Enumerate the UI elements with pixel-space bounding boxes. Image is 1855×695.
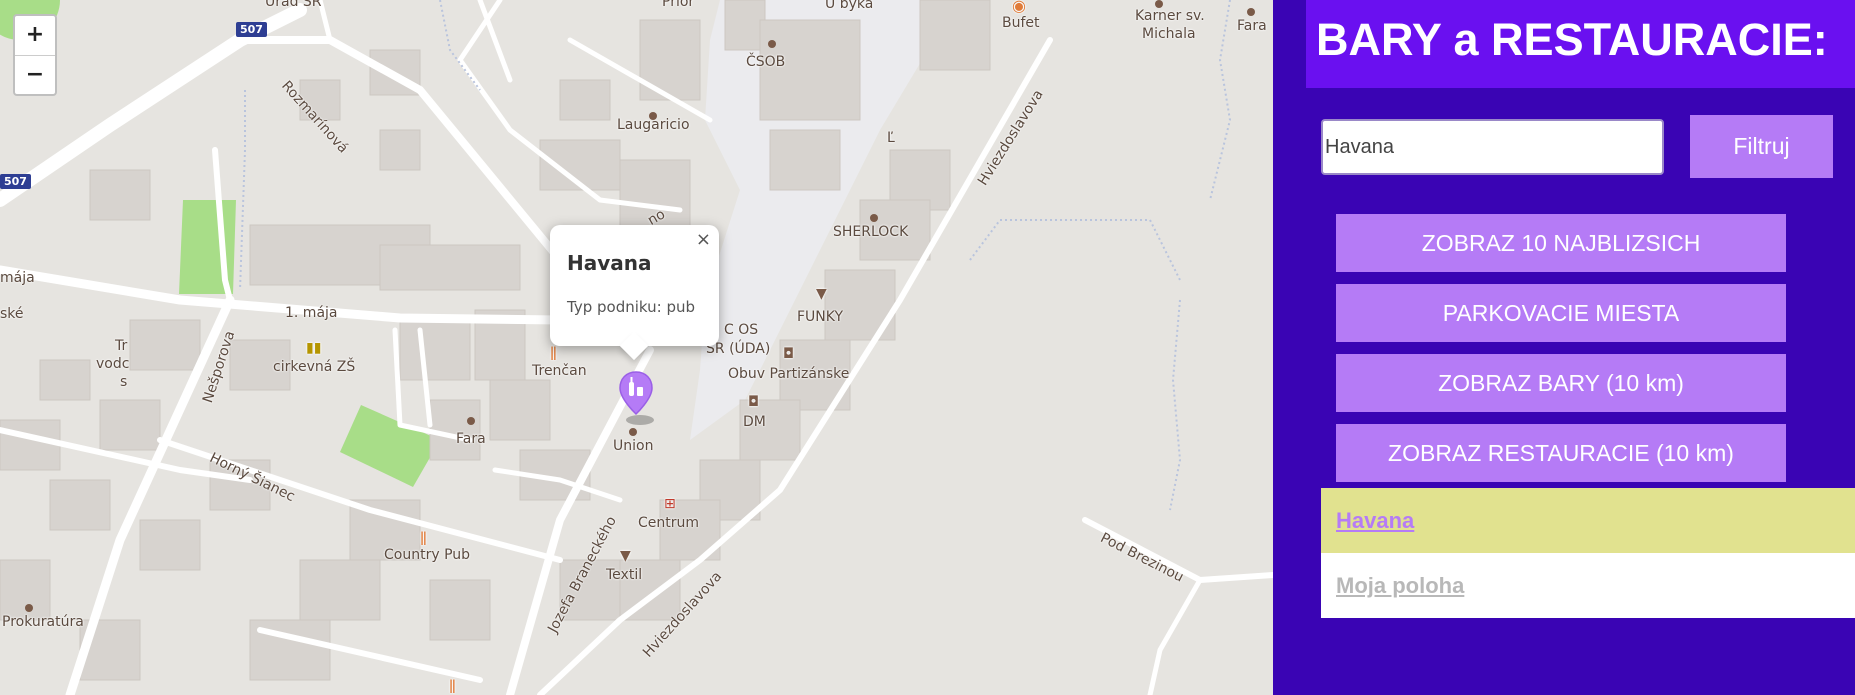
zoom-in-button[interactable]: + [15, 16, 55, 56]
show-restaurants-button[interactable]: ZOBRAZ RESTAURACIE (10 km) [1336, 424, 1786, 482]
place-label: Fara [456, 431, 486, 447]
poi-dot [1247, 8, 1255, 16]
place-label: Prior [662, 0, 695, 10]
search-input[interactable] [1321, 119, 1664, 175]
result-item-my-location[interactable]: Moja poloha [1321, 553, 1855, 618]
place-label: Michala [1142, 26, 1196, 42]
shop-bag-icon: ◘ [783, 346, 795, 362]
place-label: s [120, 374, 128, 390]
zoom-control: + − [13, 14, 57, 96]
bar-bottle-icon[interactable] [618, 370, 654, 426]
place-label: vodc [96, 356, 130, 372]
road-shield: 507 [236, 22, 267, 37]
poi-dot [25, 604, 33, 612]
road-shield: 507 [0, 174, 31, 189]
place-label: C OS [724, 322, 759, 338]
poi-dot [768, 40, 776, 48]
place-label: Union [613, 438, 654, 454]
clothes-shop-icon: ▼ [816, 286, 827, 302]
filter-button[interactable]: Filtruj [1690, 115, 1833, 178]
map-popup: × Havana Typ podniku: pub [550, 225, 719, 361]
shop-bag-icon: ◘ [748, 394, 760, 410]
result-item-havana[interactable]: Havana [1321, 488, 1855, 553]
poi-dot [629, 428, 637, 436]
show-nearest-button[interactable]: ZOBRAZ 10 NAJBLIZSICH [1336, 214, 1786, 272]
restaurant-icon: ǁ [420, 530, 427, 546]
popup-type: Typ podniku: pub [567, 298, 695, 316]
place-label: Trenčan [532, 363, 587, 379]
food-icon: ◉ [1012, 0, 1026, 15]
poi-dot [649, 112, 657, 120]
place-label: U býka [825, 0, 874, 12]
place-label: Prokuratúra [2, 614, 84, 630]
show-bars-button[interactable]: ZOBRAZ BARY (10 km) [1336, 354, 1786, 412]
close-icon[interactable]: × [696, 229, 711, 250]
gift-icon: ⊞ [664, 496, 676, 512]
place-label: ské [0, 306, 24, 322]
place-label: SHERLOCK [833, 224, 909, 240]
place-label: Úrad SR [265, 0, 322, 10]
place-label: cirkevná ZŠ [273, 359, 356, 375]
school-icon: ▮▮ [306, 340, 322, 356]
panel-title: BARY a RESTAURACIE: [1316, 14, 1828, 65]
restaurant-icon: ǁ [550, 345, 557, 361]
place-label: FUNKY [797, 309, 844, 325]
poi-dot [467, 417, 475, 425]
street-label: 1. mája [285, 305, 338, 321]
map[interactable]: + − 507 507 Rozmarínová 1. mája mája Neš… [0, 0, 1273, 695]
place-label: DM [743, 414, 766, 430]
place-label: Bufet [1002, 15, 1040, 31]
place-label: ČSOB [746, 54, 786, 70]
zoom-out-button[interactable]: − [15, 56, 55, 95]
clothes-shop-icon: ▼ [620, 548, 631, 564]
place-label: Centrum [638, 515, 700, 531]
poi-dot [1155, 0, 1163, 8]
parking-button[interactable]: PARKOVACIE MIESTA [1336, 284, 1786, 342]
place-label: Tr [115, 338, 128, 354]
place-label: Karner sv. [1135, 8, 1205, 24]
place-label: Country Pub [384, 547, 471, 563]
place-label: Obuv Partizánske [728, 366, 850, 382]
panel-header: BARY a RESTAURACIE: [1306, 0, 1855, 88]
restaurant-icon: ǁ [449, 678, 456, 694]
place-label: Textil [606, 567, 643, 583]
sidebar-panel: BARY a RESTAURACIE: Filtruj ZOBRAZ 10 NA… [1273, 0, 1855, 695]
street-label: mája [0, 270, 35, 286]
poi-dot [870, 214, 878, 222]
place-label: Fara [1237, 18, 1267, 34]
popup-title: Havana [567, 251, 652, 275]
place-label: Ľ [887, 130, 895, 146]
